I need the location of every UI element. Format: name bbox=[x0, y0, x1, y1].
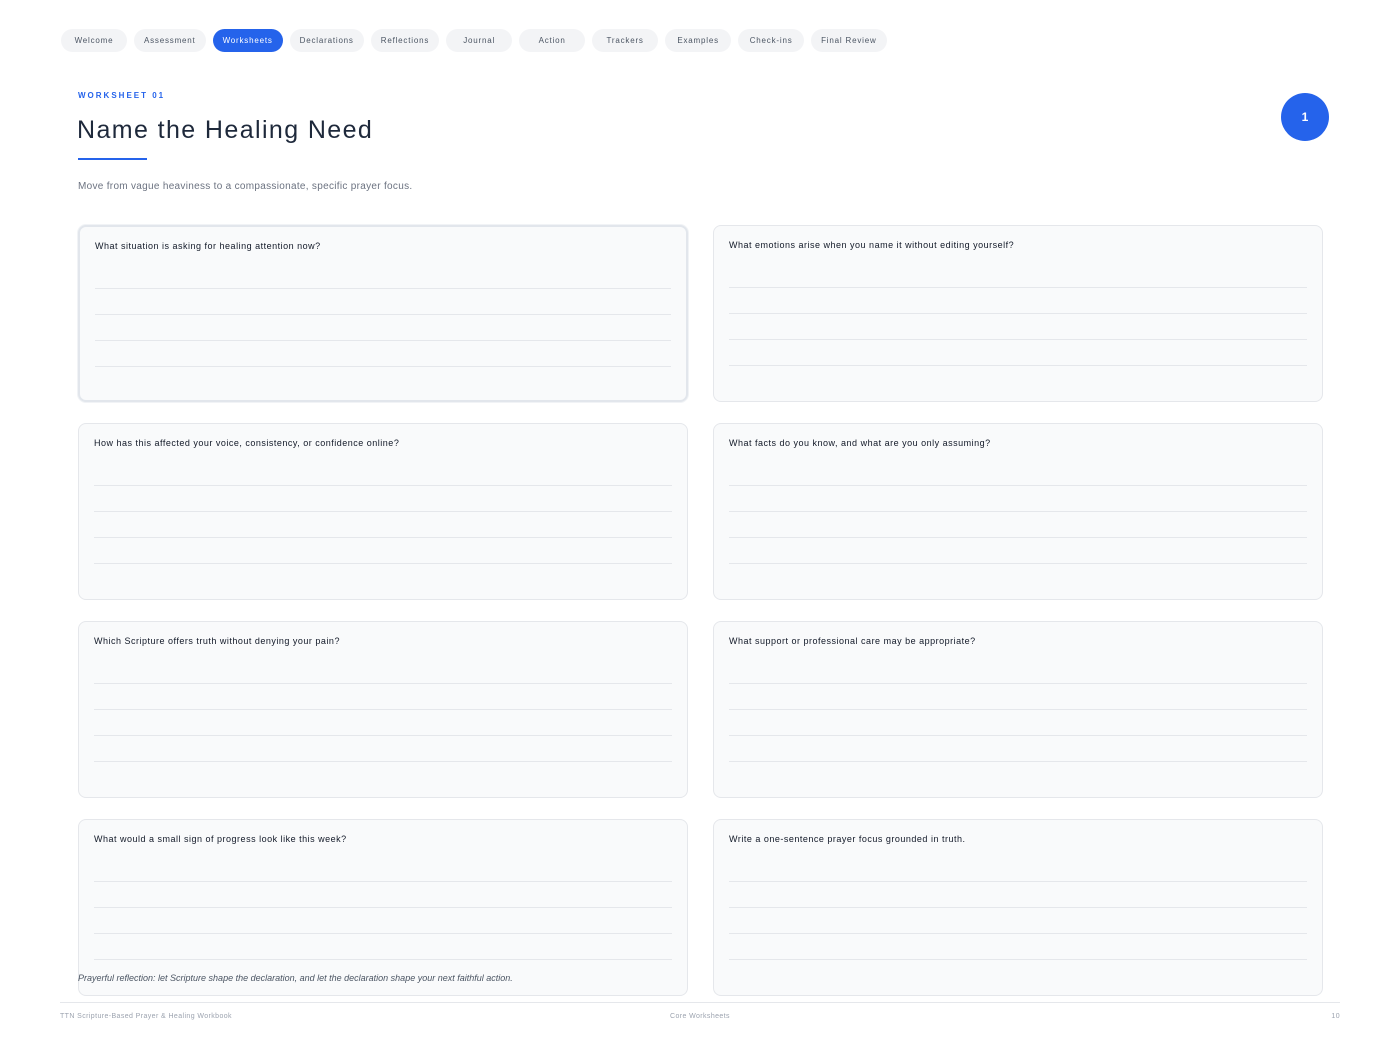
tab-assessment[interactable]: Assessment bbox=[134, 29, 206, 52]
page-subtitle: Move from vague heaviness to a compassio… bbox=[78, 181, 413, 192]
writing-lines[interactable] bbox=[729, 485, 1307, 564]
response-card[interactable]: What facts do you know, and what are you… bbox=[713, 423, 1323, 600]
response-card[interactable]: Write a one-sentence prayer focus ground… bbox=[713, 819, 1323, 996]
title-underline bbox=[78, 158, 147, 160]
card-question: Which Scripture offers truth without den… bbox=[94, 636, 340, 646]
worksheet-eyebrow: WORKSHEET 01 bbox=[78, 91, 166, 100]
worksheet-grid: What situation is asking for healing att… bbox=[78, 225, 1323, 996]
tab-check-ins[interactable]: Check-ins bbox=[738, 29, 805, 52]
card-question: What would a small sign of progress look… bbox=[94, 834, 347, 844]
writing-lines[interactable] bbox=[94, 485, 672, 564]
response-card[interactable]: What would a small sign of progress look… bbox=[78, 819, 688, 996]
section-nav: Welcome Assessment Worksheets Declaratio… bbox=[61, 29, 887, 52]
footer-divider bbox=[60, 1002, 1340, 1003]
tab-action[interactable]: Action bbox=[519, 29, 586, 52]
tab-worksheets[interactable]: Worksheets bbox=[212, 29, 283, 52]
writing-lines[interactable] bbox=[729, 287, 1307, 366]
worksheet-number-badge: 1 bbox=[1281, 93, 1329, 141]
card-question: What support or professional care may be… bbox=[729, 636, 976, 646]
card-question: How has this affected your voice, consis… bbox=[94, 438, 400, 448]
card-question: Write a one-sentence prayer focus ground… bbox=[729, 834, 966, 844]
response-card[interactable]: What situation is asking for healing att… bbox=[78, 225, 688, 402]
response-card[interactable]: Which Scripture offers truth without den… bbox=[78, 621, 688, 798]
footer-section-name: Core Worksheets bbox=[670, 1013, 730, 1020]
response-card[interactable]: How has this affected your voice, consis… bbox=[78, 423, 688, 600]
footer-page-number: 10 bbox=[1331, 1013, 1340, 1020]
writing-lines[interactable] bbox=[94, 683, 672, 762]
prayerful-reflection-note: Prayerful reflection: let Scripture shap… bbox=[78, 973, 513, 983]
tab-declarations[interactable]: Declarations bbox=[289, 29, 364, 52]
card-question: What situation is asking for healing att… bbox=[95, 241, 321, 251]
tab-journal[interactable]: Journal bbox=[446, 29, 513, 52]
writing-lines[interactable] bbox=[729, 683, 1307, 762]
writing-lines[interactable] bbox=[95, 288, 671, 367]
writing-lines[interactable] bbox=[94, 881, 672, 960]
tab-reflections[interactable]: Reflections bbox=[370, 29, 440, 52]
card-question: What facts do you know, and what are you… bbox=[729, 438, 991, 448]
tab-examples[interactable]: Examples bbox=[665, 29, 732, 52]
tab-final-review[interactable]: Final Review bbox=[811, 29, 887, 52]
page-title: Name the Healing Need bbox=[77, 116, 374, 144]
response-card[interactable]: What emotions arise when you name it wit… bbox=[713, 225, 1323, 402]
writing-lines[interactable] bbox=[729, 881, 1307, 960]
response-card[interactable]: What support or professional care may be… bbox=[713, 621, 1323, 798]
tab-trackers[interactable]: Trackers bbox=[592, 29, 659, 52]
tab-welcome[interactable]: Welcome bbox=[61, 29, 127, 52]
card-question: What emotions arise when you name it wit… bbox=[729, 240, 1015, 250]
